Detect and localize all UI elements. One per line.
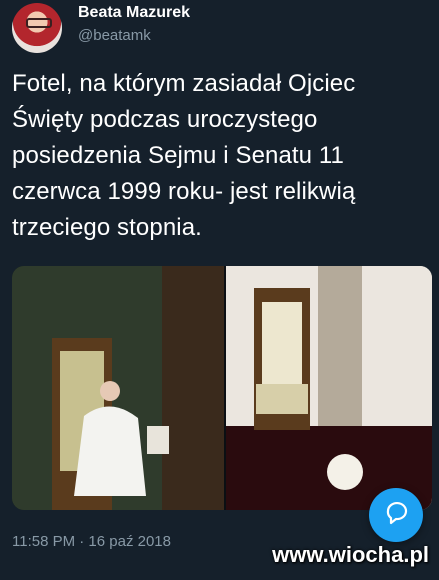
tweet-text: Fotel, na którym zasiadał Ojciec Święty … xyxy=(12,70,356,241)
author-handle[interactable]: @beatamk xyxy=(78,27,151,44)
compose-reply-button[interactable] xyxy=(369,488,423,542)
photo-empty-chair[interactable] xyxy=(226,266,432,510)
compose-reply-icon xyxy=(386,501,408,525)
avatar-glasses xyxy=(26,18,52,28)
tweet-media[interactable] xyxy=(12,266,432,510)
photo-pope-in-chair[interactable] xyxy=(12,266,224,510)
tweet-timestamp[interactable]: 11:58 PM · 16 paź 2018 xyxy=(12,533,171,550)
photo-pope-in-chair-illustration xyxy=(12,266,224,510)
author-name[interactable]: Beata Mazurek xyxy=(78,4,190,22)
watermark: www.wiocha.pl xyxy=(272,542,429,567)
author-avatar[interactable] xyxy=(12,3,62,53)
photo-empty-chair-illustration xyxy=(226,266,432,510)
tweet-header: Beata Mazurek @beatamk xyxy=(12,0,432,54)
